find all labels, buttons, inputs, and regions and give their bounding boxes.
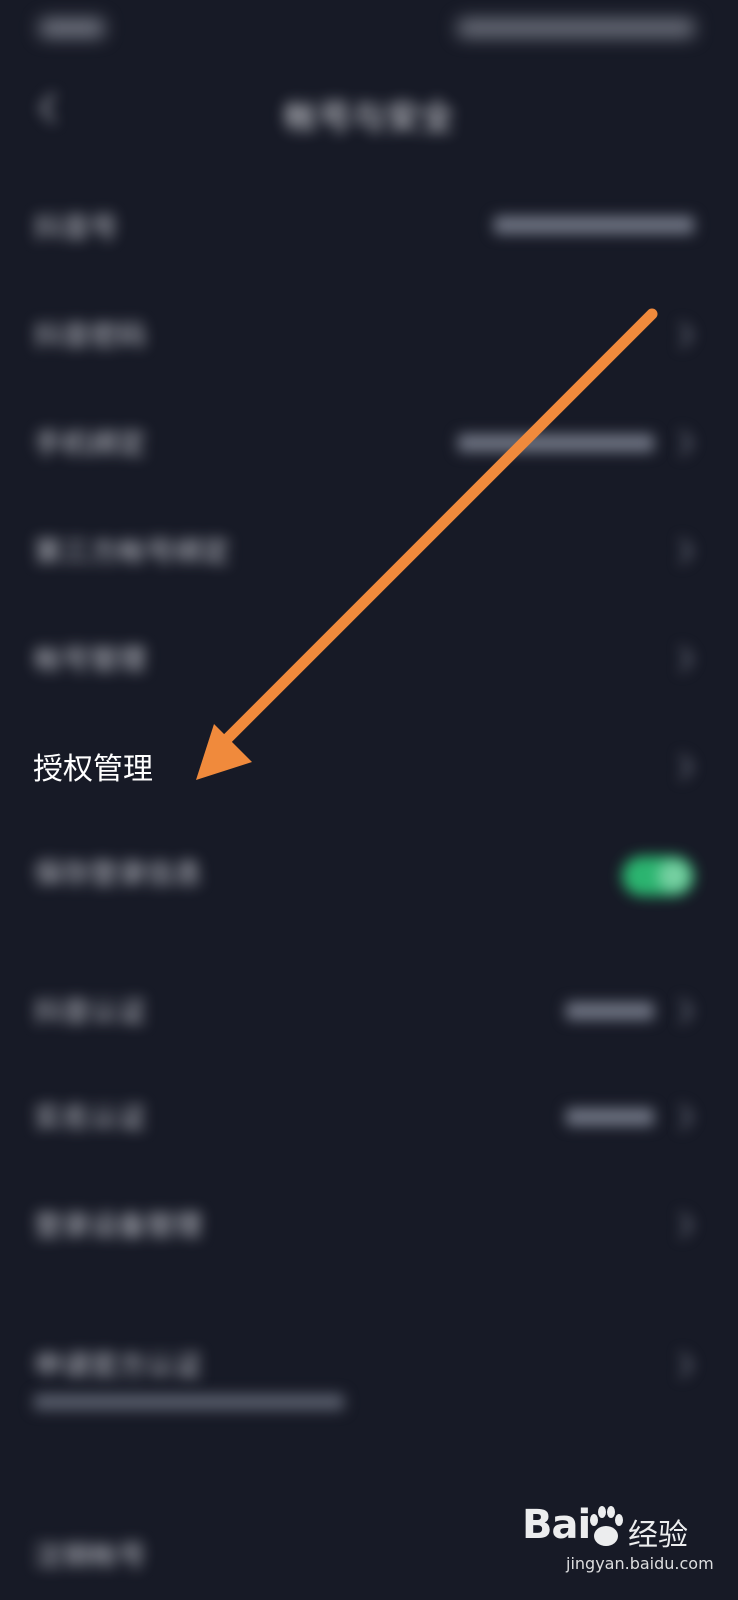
- row-subtitle: [34, 1394, 344, 1410]
- row-value: [566, 1002, 654, 1020]
- status-time: [40, 19, 104, 37]
- nav-bar: 帐号与安全: [0, 80, 738, 138]
- row-douyin-verify[interactable]: 抖音认证: [0, 966, 738, 1056]
- row-label: 申请官方认证: [34, 1349, 203, 1382]
- row-phone[interactable]: 手机绑定: [0, 398, 738, 488]
- row-label: 抖音密码: [34, 319, 147, 352]
- row-label: 抖音号: [34, 211, 119, 244]
- chevron-right-icon: [679, 1104, 693, 1130]
- row-label: 登录设备管理: [34, 1209, 203, 1242]
- watermark-logo: Bai: [522, 1502, 591, 1548]
- row-label: 手机绑定: [34, 427, 147, 460]
- row-save-login[interactable]: 保存登录信息: [0, 828, 738, 918]
- toggle-knob: [658, 860, 690, 892]
- chevron-right-icon: [679, 1212, 693, 1238]
- baidu-watermark: Bai 经验 jingyan.baidu.com: [510, 1502, 714, 1582]
- chevron-right-icon: [679, 646, 693, 672]
- save-login-toggle[interactable]: [622, 856, 694, 896]
- chevron-right-icon: [679, 322, 693, 348]
- row-label: 帐号管理: [34, 643, 147, 676]
- watermark-jingyan: 经验: [628, 1518, 688, 1553]
- row-third-party[interactable]: 第三方帐号绑定: [0, 506, 738, 596]
- row-login-devices[interactable]: 登录设备管理: [0, 1180, 738, 1270]
- row-authorization-manage[interactable]: 授权管理: [0, 722, 738, 812]
- row-label: 第三方帐号绑定: [34, 535, 231, 568]
- row-douyin-id[interactable]: 抖音号: [0, 182, 738, 272]
- row-label: 授权管理: [33, 752, 153, 787]
- chevron-right-icon: [679, 538, 693, 564]
- row-official-verify[interactable]: 申请官方认证: [0, 1320, 738, 1430]
- row-value: [494, 216, 694, 234]
- page-title: 帐号与安全: [284, 98, 454, 138]
- status-indicators: [458, 19, 694, 37]
- chevron-right-icon: [679, 1352, 693, 1378]
- row-password[interactable]: 抖音密码: [0, 290, 738, 380]
- row-account-manage[interactable]: 帐号管理: [0, 614, 738, 704]
- status-bar: [0, 8, 738, 48]
- row-label: 注销帐号: [34, 1539, 147, 1572]
- watermark-url: jingyan.baidu.com: [566, 1554, 714, 1573]
- row-value: [458, 434, 654, 452]
- chevron-right-icon: [679, 430, 693, 456]
- row-label: 抖音认证: [34, 995, 147, 1028]
- row-label: 保存登录信息: [34, 857, 203, 890]
- paw-icon: [590, 1506, 623, 1546]
- row-realname-verify[interactable]: 实名认证: [0, 1072, 738, 1162]
- row-value: [566, 1108, 654, 1126]
- row-label: 实名认证: [34, 1101, 147, 1134]
- chevron-right-icon: [679, 754, 693, 780]
- chevron-right-icon: [679, 998, 693, 1024]
